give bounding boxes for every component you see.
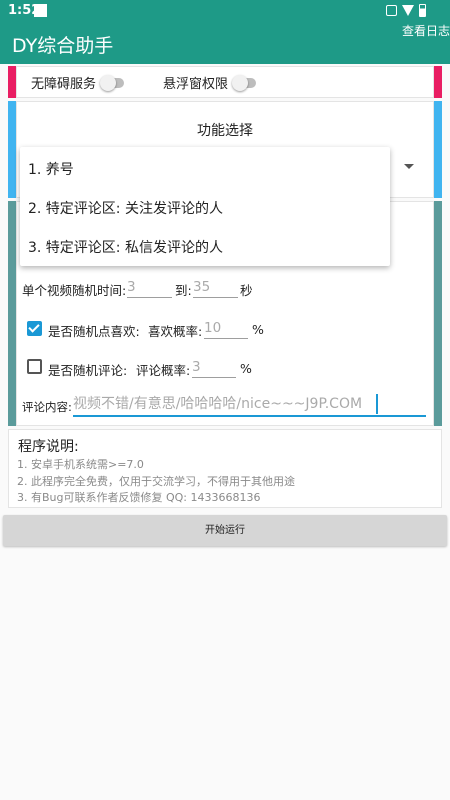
- function-title: 功能选择: [197, 123, 253, 139]
- video-time-from-input[interactable]: 3: [127, 276, 172, 298]
- dropdown-caret-icon[interactable]: [404, 164, 414, 169]
- wifi-icon: [402, 5, 414, 16]
- comment-prob-label: 评论概率:: [136, 363, 191, 378]
- cast-icon: [386, 5, 397, 16]
- like-prob-label: 喜欢概率:: [148, 324, 203, 339]
- function-option-3[interactable]: 3. 特定评论区: 私信发评论的人: [28, 237, 223, 257]
- comment-content-label: 评论内容:: [22, 400, 72, 414]
- description-line-2: 2. 此程序完全免费，仅用于交流学习，不得用于其他用途: [17, 475, 295, 488]
- accent-bar-right-pink: [434, 66, 442, 98]
- like-prob-input[interactable]: 10: [204, 317, 248, 339]
- notification-icon: [34, 4, 47, 17]
- switch-thumb: [100, 74, 117, 91]
- accent-bar-left-teal: [8, 201, 16, 426]
- random-comment-label: 是否随机评论:: [48, 363, 128, 378]
- overlay-switch-row[interactable]: 悬浮窗权限: [163, 73, 258, 92]
- accessibility-switch[interactable]: [100, 74, 126, 91]
- random-comment-checkbox[interactable]: [27, 359, 42, 374]
- function-option-2[interactable]: 2. 特定评论区: 关注发评论的人: [28, 198, 223, 218]
- description-title: 程序说明:: [18, 439, 79, 455]
- overlay-switch[interactable]: [232, 74, 258, 91]
- video-time-to-label: 到:: [175, 283, 192, 298]
- comment-prob-input[interactable]: 3: [192, 356, 236, 378]
- switch-thumb: [232, 74, 249, 91]
- description-line-1: 1. 安卓手机系统需>=7.0: [17, 458, 144, 471]
- start-run-button[interactable]: 开始运行: [3, 515, 447, 546]
- status-bar: 1:52: [0, 0, 450, 22]
- accessibility-label: 无障碍服务: [31, 77, 97, 92]
- overlay-label: 悬浮窗权限: [163, 77, 229, 92]
- battery-icon: [419, 4, 426, 17]
- accessibility-switch-row[interactable]: 无障碍服务: [31, 73, 126, 92]
- status-icons: [386, 4, 426, 17]
- comment-prob-unit: %: [240, 361, 252, 376]
- comment-content-input[interactable]: 视频不错/有意思/哈哈哈哈/nice~~~J9P.COM: [73, 393, 426, 417]
- function-option-1[interactable]: 1. 养号: [28, 159, 74, 179]
- random-like-label: 是否随机点喜欢:: [48, 324, 140, 339]
- function-dropdown: 1. 养号 2. 特定评论区: 关注发评论的人 3. 特定评论区: 私信发评论的…: [20, 147, 390, 266]
- video-time-label: 单个视频随机时间:: [22, 283, 127, 298]
- like-prob-unit: %: [252, 322, 264, 337]
- view-log-button[interactable]: 查看日志: [402, 22, 450, 39]
- accent-bar-left-pink: [8, 66, 16, 98]
- accent-bar-right-sky: [434, 101, 442, 198]
- app-bar: DY综合助手 查看日志: [0, 22, 450, 64]
- comment-content-placeholder: 视频不错/有意思/哈哈哈哈/nice~~~J9P.COM: [73, 396, 363, 412]
- random-like-checkbox[interactable]: [27, 321, 42, 336]
- description-line-3: 3. 有Bug可联系作者反馈修复 QQ: 1433668136: [17, 491, 261, 504]
- accent-bar-left-sky: [8, 101, 16, 198]
- app-title: DY综合助手: [12, 35, 114, 57]
- video-time-unit: 秒: [240, 283, 253, 298]
- video-time-to-input[interactable]: 35: [193, 276, 238, 298]
- text-cursor: [376, 394, 378, 414]
- accent-bar-right-teal: [434, 201, 442, 426]
